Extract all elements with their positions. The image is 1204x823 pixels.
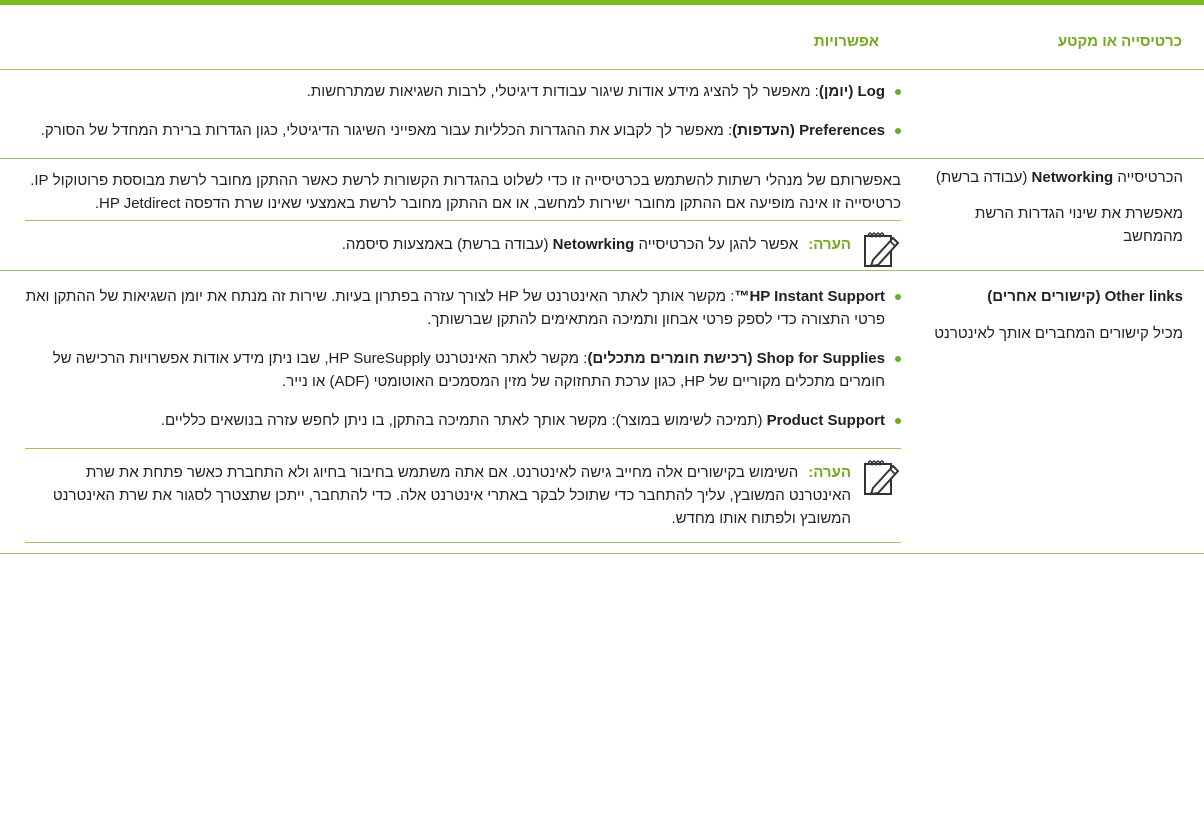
top-rule <box>0 0 1204 5</box>
section-title: Other links (קישורים אחרים) <box>923 285 1183 308</box>
list-item: Log (יומן): מאפשר לך להציג מידע אודות שי… <box>25 80 901 103</box>
section-cell: Other links (קישורים אחרים) מכיל קישורים… <box>901 270 1204 554</box>
table-row: Log (יומן): מאפשר לך להציג מידע אודות שי… <box>0 69 1204 159</box>
note-label: הערה: <box>808 236 851 253</box>
option-text: : מאפשר לך לקבוע את ההגדרות הכלליות עבור… <box>40 122 733 139</box>
section-description: מאפשרת את שינוי הגדרות הרשת מהמחשב <box>975 205 1183 245</box>
option-title: Log (יומן) <box>818 83 885 100</box>
section-title-suffix: (עבודה ברשת) <box>935 169 1032 186</box>
option-title: Preferences (העדפות) <box>732 122 885 139</box>
bullet-icon <box>895 418 901 424</box>
note-pencil-icon <box>864 232 900 268</box>
options-list: HP Instant Support™: מקשר אותך לאתר האינ… <box>25 285 901 432</box>
page: כרטיסייה או מקטע אפשרויות Log (יומן): מא… <box>0 0 1204 823</box>
note-pencil-icon <box>864 460 900 496</box>
note-text-suffix: (עבודה ברשת) באמצעות סיסמה. <box>341 236 553 253</box>
note-box: הערה: אפשר להגן על הכרטיסייה Netowrking (… <box>25 220 901 270</box>
section-title: הכרטיסייה Networking (עבודה ברשת) <box>923 166 1183 189</box>
options-table: כרטיסייה או מקטע אפשרויות Log (יומן): מא… <box>0 33 1204 554</box>
table-row: הכרטיסייה Networking (עבודה ברשת) מאפשרת… <box>0 158 1204 271</box>
options-cell: Log (יומן): מאפשר לך להציג מידע אודות שי… <box>0 69 901 159</box>
section-title-bold: Networking <box>1031 169 1114 186</box>
section-title-prefix: הכרטיסייה <box>1113 169 1183 186</box>
option-text: : מאפשר לך להציג מידע אודות שיגור עבודות… <box>306 83 819 100</box>
options-cell: HP Instant Support™: מקשר אותך לאתר האינ… <box>0 270 901 554</box>
header-options: אפשרויות <box>813 33 879 50</box>
bullet-icon <box>895 356 901 362</box>
option-title: HP Instant Support™ <box>734 288 885 305</box>
list-item: Product Support (תמיכה לשימוש במוצר): מק… <box>25 409 901 432</box>
header-section: כרטיסייה או מקטע <box>1057 33 1182 50</box>
section-cell: הכרטיסייה Networking (עבודה ברשת) מאפשרת… <box>901 158 1204 271</box>
option-title: Product Support <box>766 412 885 429</box>
table-header-row: כרטיסייה או מקטע אפשרויות <box>0 33 1204 70</box>
section-title-bold: Other links (קישורים אחרים) <box>987 288 1183 305</box>
list-item: Preferences (העדפות): מאפשר לך לקבוע את … <box>25 119 901 142</box>
bullet-icon <box>895 89 901 95</box>
note-label: הערה: <box>808 464 851 481</box>
option-text: (תמיכה לשימוש במוצר): מקשר אותך לאתר התמ… <box>160 412 767 429</box>
option-title: Shop for Supplies (רכישת חומרים מתכלים) <box>587 350 885 367</box>
option-paragraph: באפשרותם של מנהלי רשתות להשתמש בכרטיסייה… <box>30 172 901 212</box>
list-item: Shop for Supplies (רכישת חומרים מתכלים):… <box>25 347 901 393</box>
list-item: HP Instant Support™: מקשר אותך לאתר האינ… <box>25 285 901 331</box>
note-rule-bottom <box>25 542 901 543</box>
section-description: מכיל קישורים המחברים אותך לאינטרנט <box>934 325 1183 342</box>
options-list: Log (יומן): מאפשר לך להציג מידע אודות שי… <box>25 80 901 142</box>
table-row: Other links (קישורים אחרים) מכיל קישורים… <box>0 270 1204 554</box>
note-box: הערה:השימוש בקישורים אלה מחייב גישה לאינ… <box>25 448 901 543</box>
bullet-icon <box>895 294 901 300</box>
section-cell <box>901 69 1204 159</box>
bullet-icon <box>895 128 901 134</box>
note-text-bold: Netowrking <box>552 236 635 253</box>
note-text-prefix: אפשר להגן על הכרטיסייה <box>634 236 799 253</box>
note-text: השימוש בקישורים אלה מחייב גישה לאינטרנט.… <box>52 464 851 527</box>
options-cell: באפשרותם של מנהלי רשתות להשתמש בכרטיסייה… <box>0 158 901 271</box>
